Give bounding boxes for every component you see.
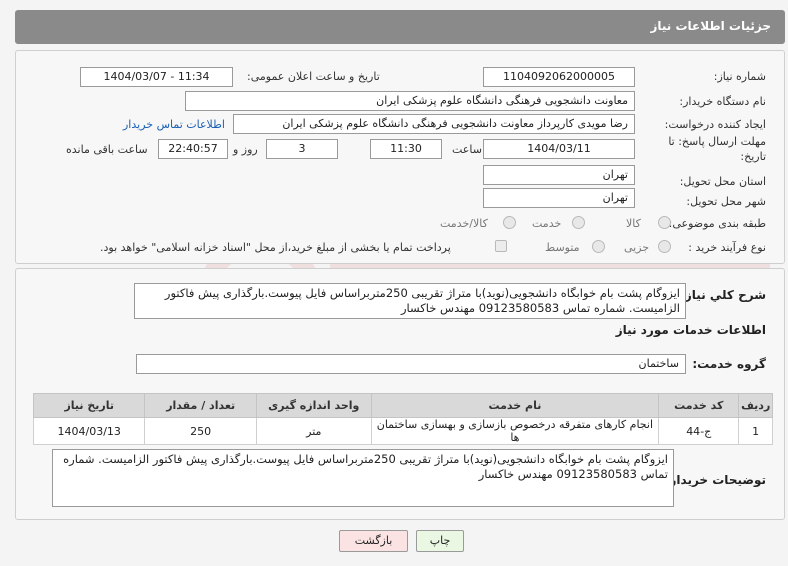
remaining-time-field: 22:40:57 bbox=[158, 139, 228, 159]
category-goods-radio[interactable] bbox=[658, 216, 671, 229]
deadline-label: مهلت ارسال پاسخ: تا bbox=[668, 135, 766, 148]
need-number-label: شماره نیاز: bbox=[713, 70, 766, 83]
buyer-notes-label: توضیحات خریدار: bbox=[664, 473, 766, 487]
col-unit: واحد اندازه گیری bbox=[255, 393, 372, 418]
deadline-date-field: 1404/03/11 bbox=[483, 139, 635, 159]
process-minor-radio[interactable] bbox=[658, 240, 671, 253]
row-name: انجام کارهای متفرقه درخصوص بازسازی و بهس… bbox=[370, 417, 660, 445]
buyer-notes-text: ایزوگام پشت بام خوابگاه دانشجویی(نوید)با… bbox=[52, 449, 674, 507]
category-service-label: خدمت bbox=[532, 217, 562, 230]
page-header: جزئیات اطلاعات نیاز bbox=[15, 10, 785, 44]
service-group-field: ساختمان bbox=[136, 354, 686, 374]
category-goods-service-label: کالا/خدمت bbox=[440, 217, 488, 230]
service-group-label: گروه خدمت: bbox=[692, 357, 766, 371]
category-label: طبقه بندی موضوعی: bbox=[668, 217, 766, 230]
buyer-contact-link[interactable]: اطلاعات تماس خریدار bbox=[123, 118, 225, 131]
category-goods-label: کالا bbox=[626, 217, 641, 230]
deadline-time-label: ساعت bbox=[452, 143, 482, 156]
services-section-title: اطلاعات خدمات مورد نياز bbox=[615, 323, 766, 337]
back-button[interactable]: بازگشت bbox=[339, 530, 408, 552]
days-label: روز و bbox=[233, 143, 258, 156]
category-goods-service-radio[interactable] bbox=[503, 216, 516, 229]
remaining-time-label: ساعت باقی مانده bbox=[66, 143, 148, 156]
deadline-date-label: تاریخ: bbox=[740, 150, 766, 163]
row-code: ج-44 bbox=[658, 417, 740, 445]
province-label: استان محل تحویل: bbox=[679, 175, 766, 188]
city-label: شهر محل تحویل: bbox=[686, 195, 766, 208]
table-row: 1 ج-44 انجام کارهای متفرقه درخصوص بازساز… bbox=[32, 417, 773, 445]
category-service-radio[interactable] bbox=[572, 216, 585, 229]
col-name: نام خدمت bbox=[370, 393, 660, 418]
description-label: شرح کلي نياز: bbox=[680, 288, 766, 302]
print-button[interactable]: چاپ bbox=[416, 530, 464, 552]
deadline-time-field: 11:30 bbox=[370, 139, 442, 159]
treasury-note: پرداخت تمام یا بخشی از مبلغ خرید،از محل … bbox=[100, 241, 451, 254]
treasury-checkbox[interactable] bbox=[495, 240, 507, 252]
days-remaining-field: 3 bbox=[266, 139, 338, 159]
row-date: 1404/03/13 bbox=[32, 417, 146, 445]
col-qty: تعداد / مقدار bbox=[144, 393, 257, 418]
table-header-row: ردیف کد خدمت نام خدمت واحد اندازه گیری ت… bbox=[32, 393, 773, 418]
announce-datetime-field: 1404/03/07 - 11:34 bbox=[80, 67, 233, 87]
process-minor-label: جزیی bbox=[624, 241, 650, 254]
row-index: 1 bbox=[738, 417, 773, 445]
buyer-org-label: نام دستگاه خریدار: bbox=[679, 95, 766, 108]
buyer-org-field: معاونت دانشجویی فرهنگی دانشگاه علوم پزشک… bbox=[185, 91, 635, 111]
process-medium-radio[interactable] bbox=[592, 240, 605, 253]
creator-field: رضا مویدی کارپرداز معاونت دانشجویی فرهنگ… bbox=[233, 114, 635, 134]
announce-datetime-label: تاریخ و ساعت اعلان عمومی: bbox=[247, 70, 380, 83]
creator-label: ایجاد کننده درخواست: bbox=[664, 118, 766, 131]
need-number-field: 1104092062000005 bbox=[483, 67, 635, 87]
col-date: تاریخ نیاز bbox=[32, 393, 146, 418]
description-text: ایزوگام پشت بام خوابگاه دانشجویی(نوید)با… bbox=[134, 283, 686, 319]
city-field: تهران bbox=[483, 188, 635, 208]
col-code: کد خدمت bbox=[658, 393, 740, 418]
services-table: ردیف کد خدمت نام خدمت واحد اندازه گیری ت… bbox=[32, 393, 773, 445]
province-field: تهران bbox=[483, 165, 635, 185]
row-unit: متر bbox=[255, 417, 372, 445]
col-index: ردیف bbox=[738, 393, 773, 418]
process-medium-label: متوسط bbox=[545, 241, 580, 254]
row-qty: 250 bbox=[144, 417, 257, 445]
process-label: نوع فرآیند خرید : bbox=[688, 241, 766, 254]
page-title: جزئیات اطلاعات نیاز bbox=[650, 19, 771, 33]
